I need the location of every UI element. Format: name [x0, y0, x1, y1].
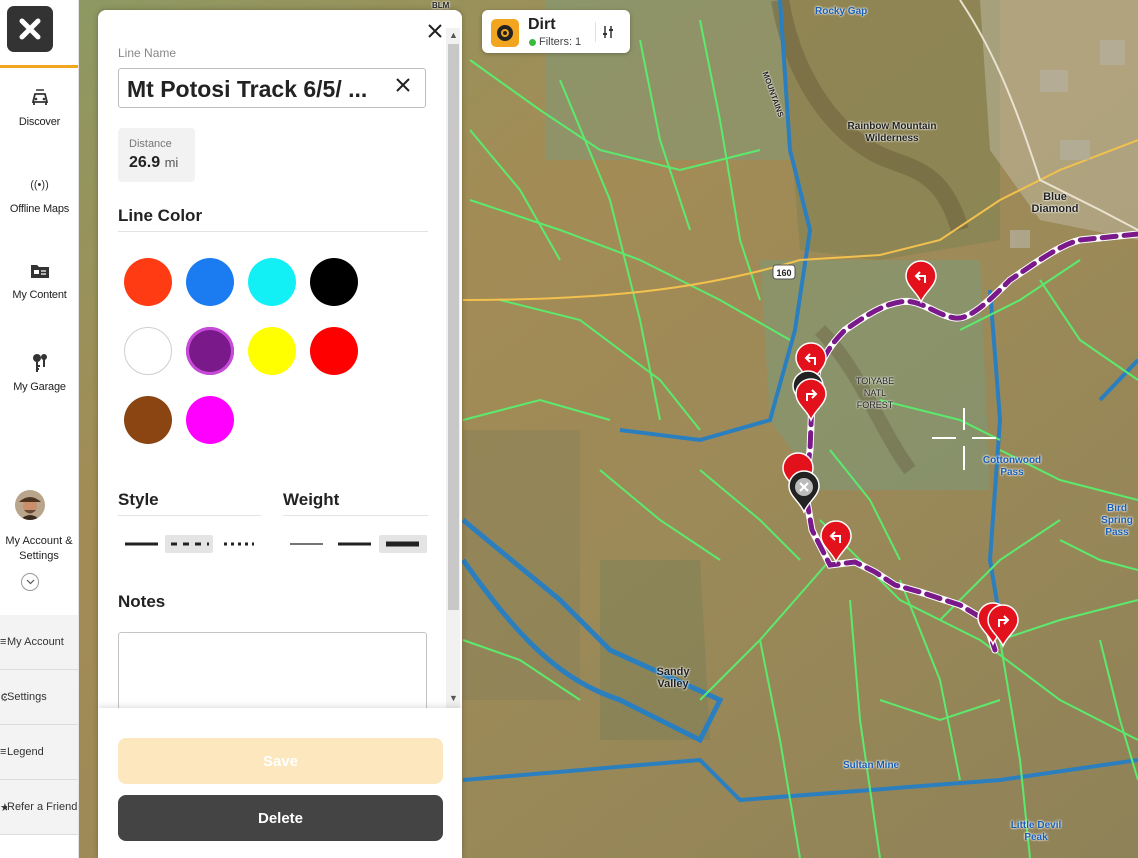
avatar[interactable] [15, 490, 45, 520]
scroll-up-icon[interactable]: ▲ [449, 30, 458, 40]
map-label: Sandy Valley [656, 666, 690, 690]
map-label: Rocky Gap [815, 6, 868, 17]
chevron-down-icon [26, 579, 34, 585]
map-label: TOIYABE NATL FOREST [855, 376, 895, 410]
nav-item-my-content[interactable]: My Content [0, 259, 78, 301]
submenu-label: My Account [7, 636, 64, 648]
distance-number: 26.9 [129, 154, 161, 171]
scrollbar-thumb[interactable] [448, 44, 459, 610]
line-color-title: Line Color [118, 206, 203, 225]
nav-item-label: My Content [12, 289, 67, 301]
filter-count: Filters: 1 [539, 36, 582, 48]
my-content-icon [30, 265, 49, 278]
nav-item-discover[interactable]: Discover [0, 86, 78, 128]
weight-medium-option[interactable] [331, 535, 379, 553]
keys-icon [32, 354, 47, 372]
menu-icon: ≡ [0, 636, 7, 648]
style-solid-option[interactable] [118, 535, 166, 553]
filter-adjust-button[interactable] [595, 22, 620, 42]
distance-value: 26.9 mi [129, 154, 178, 172]
line-name-input[interactable]: Mt Potosi Track 6/5/ ... [127, 76, 389, 103]
notes-title: Notes [118, 592, 166, 611]
divider [118, 231, 428, 232]
sliders-icon [603, 26, 613, 38]
weight-thin-option[interactable] [283, 535, 331, 553]
map-label: Little Devil Peak [1010, 820, 1062, 843]
legend-icon: ≡ [0, 746, 7, 758]
distance-label: Distance [129, 138, 172, 150]
color-swatch[interactable] [248, 327, 296, 375]
map-label: 160 [776, 268, 792, 278]
color-swatch[interactable] [186, 396, 234, 444]
line-name-field[interactable]: Mt Potosi Track 6/5/ ... [118, 68, 426, 108]
left-nav: Discover ((•)) Offline Maps My Content M… [0, 0, 79, 858]
map-label: Bird Spring Pass [1101, 503, 1133, 538]
filter-status-dot [529, 39, 536, 46]
style-dotted-option[interactable] [214, 535, 262, 553]
submenu-label: Settings [7, 691, 47, 703]
gear-icon: ⚙ [0, 691, 7, 704]
color-swatch[interactable] [124, 327, 172, 375]
map-label: Blue Diamond [1031, 191, 1079, 215]
filter-title: Dirt [528, 16, 556, 33]
nav-close-button[interactable] [7, 6, 53, 52]
nav-item-label: My Garage [13, 381, 66, 393]
account-submenu: ≡My Account ⚙Settings ≡Legend ★Refer a F… [0, 615, 78, 835]
nav-accent-line [0, 65, 78, 68]
tire-icon [491, 19, 519, 47]
color-swatch[interactable] [186, 258, 234, 306]
offline-maps-icon: ((•)) [30, 179, 49, 191]
line-edit-panel: ▲ ▼ Line Name Mt Potosi Track 6/5/ ... D… [98, 10, 462, 858]
panel-close-button[interactable] [428, 24, 448, 44]
style-title: Style [118, 490, 159, 509]
color-swatch[interactable] [310, 327, 358, 375]
close-icon [19, 18, 41, 40]
delete-button[interactable]: Delete [118, 795, 443, 841]
submenu-legend[interactable]: ≡ Legend [0, 725, 78, 780]
nav-item-label: Discover [18, 116, 61, 128]
map-label: Cottonwood Pass [982, 455, 1042, 478]
color-swatch[interactable] [310, 258, 358, 306]
nav-item-my-garage[interactable]: My Garage [0, 351, 78, 393]
account-expand-button[interactable] [21, 573, 39, 591]
color-swatch[interactable] [248, 258, 296, 306]
color-swatch[interactable] [124, 258, 172, 306]
map-label: Sultan Mine [843, 760, 900, 771]
close-icon [428, 24, 442, 38]
color-swatch[interactable] [186, 327, 234, 375]
line-name-label: Line Name [118, 46, 177, 60]
submenu-settings[interactable]: ⚙Settings [0, 670, 78, 725]
style-dashed-option[interactable] [165, 535, 213, 553]
scroll-down-icon[interactable]: ▼ [449, 693, 458, 703]
submenu-label: Legend [7, 746, 44, 758]
distance-unit: mi [164, 155, 179, 170]
divider [283, 515, 428, 516]
distance-card: Distance 26.9 mi [118, 128, 195, 182]
clear-name-button[interactable] [396, 78, 416, 98]
submenu-label: Refer a Friend [7, 801, 78, 813]
weight-title: Weight [283, 490, 340, 509]
weight-thick-option[interactable] [379, 535, 427, 553]
map-label: Rainbow Mountain Wilderness [847, 121, 937, 144]
save-button[interactable]: Save [118, 738, 443, 784]
panel-footer: Save Delete [98, 708, 462, 858]
filter-chip[interactable]: Dirt Filters: 1 [482, 10, 630, 53]
discover-icon [31, 89, 48, 105]
nav-item-offline-maps[interactable]: ((•)) Offline Maps [0, 173, 78, 215]
star-icon: ★ [0, 801, 7, 814]
submenu-refer-a-friend[interactable]: ★Refer a Friend [0, 780, 78, 835]
color-swatch[interactable] [124, 396, 172, 444]
nav-item-label: Offline Maps [9, 203, 70, 215]
account-label[interactable]: My Account & Settings [0, 534, 78, 564]
submenu-my-account[interactable]: ≡ My Account [0, 615, 78, 670]
divider [118, 515, 261, 516]
close-icon [396, 78, 410, 92]
